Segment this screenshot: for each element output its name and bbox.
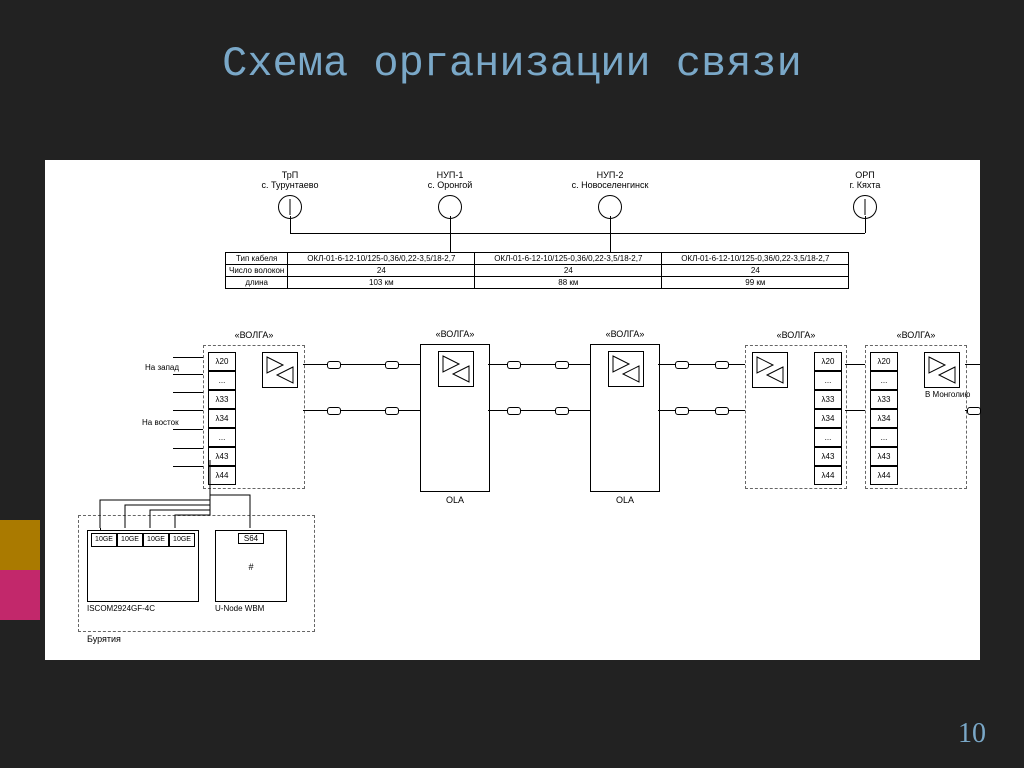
equip-iscom: 10GE10GE10GE10GE (87, 530, 199, 602)
node-nup2: НУП-2с. Новоселенгинск (565, 170, 655, 219)
dir-mongolia: В Монголию (925, 390, 980, 399)
diagram-canvas: ТрПс. Турунтаево НУП-1с. Оронгой НУП-2с.… (45, 160, 980, 660)
dir-west: На запад (145, 363, 179, 372)
node-nup1: НУП-1с. Оронгой (405, 170, 495, 219)
ola-1: «ВОЛГА» OLA (420, 344, 490, 492)
cable-table: Тип кабеляОКЛ-01-6-12-10/125-0,36/0,22-3… (225, 252, 849, 289)
node-trp: ТрПс. Турунтаево (245, 170, 335, 219)
slide-title: Схема организации связи (0, 0, 1024, 98)
page-number: 10 (958, 718, 986, 750)
deco-stripe (0, 520, 40, 620)
equip-unode: S64 # (215, 530, 287, 602)
region-label: Бурятия (87, 634, 121, 644)
ola-2: «ВОЛГА» OLA (590, 344, 660, 492)
node-orp: ОРПг. Кяхта (820, 170, 910, 219)
volga-right-2: «ВОЛГА» λ20... λ33λ34 ...λ43 λ44 (865, 345, 967, 489)
volga-right-1: «ВОЛГА» λ20... λ33λ34 ...λ43 λ44 (745, 345, 847, 489)
dir-east: На восток (142, 418, 179, 427)
amp-icon (262, 352, 298, 388)
